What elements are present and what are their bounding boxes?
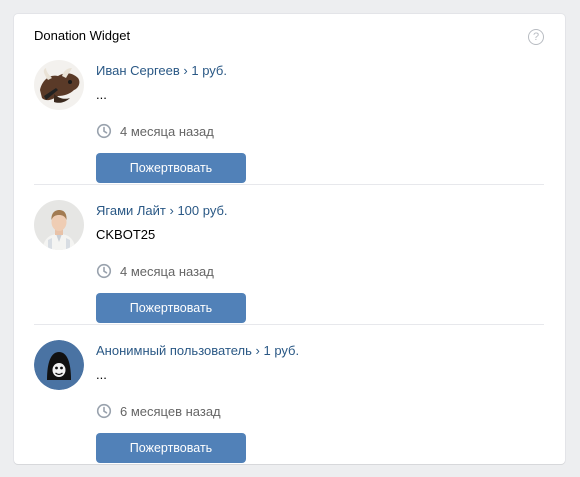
donor-separator: › — [165, 203, 178, 218]
donation-amount: 1 руб. — [263, 343, 300, 358]
person-photo-avatar-icon — [34, 200, 84, 250]
donate-button[interactable]: Пожертвовать — [96, 293, 246, 323]
donate-button[interactable]: Пожертвовать — [96, 433, 246, 463]
clock-icon — [96, 263, 112, 279]
donation-message: CKBOT25 — [96, 227, 156, 242]
donation-message: ... — [96, 87, 107, 102]
donation-entry: Анонимный пользователь › 1 руб. ... 6 ме… — [34, 324, 544, 464]
donation-amount: 100 руб. — [177, 203, 228, 218]
anonymous-avatar-icon — [34, 340, 84, 390]
donor-line: Иван Сергеев › 1 руб. — [96, 63, 227, 78]
donor-separator: › — [179, 63, 192, 78]
donation-widget-card: Donation Widget ? Иван Сергеев › 1 руб. … — [14, 14, 565, 464]
widget-title: Donation Widget — [34, 28, 131, 43]
donation-message: ... — [96, 367, 107, 382]
donor-separator: › — [251, 343, 264, 358]
donation-amount: 1 руб. — [191, 63, 227, 78]
clock-icon — [96, 403, 112, 419]
help-icon[interactable]: ? — [528, 29, 544, 45]
donation-entry: Ягами Лайт › 100 руб. CKBOT25 4 месяца н… — [34, 184, 544, 324]
donation-time: 6 месяцев назад — [120, 404, 221, 419]
bull-avatar-icon — [34, 60, 84, 110]
donor-name-link[interactable]: Анонимный пользователь — [96, 343, 252, 358]
donation-entry: Иван Сергеев › 1 руб. ... 4 месяца назад… — [34, 44, 544, 184]
avatar[interactable] — [34, 340, 84, 390]
donate-button[interactable]: Пожертвовать — [96, 153, 246, 183]
donation-time: 4 месяца назад — [120, 264, 214, 279]
clock-icon — [96, 123, 112, 139]
donor-line: Ягами Лайт › 100 руб. — [96, 203, 228, 218]
donor-name-link[interactable]: Ягами Лайт — [96, 203, 166, 218]
avatar[interactable] — [34, 200, 84, 250]
donor-line: Анонимный пользователь › 1 руб. — [96, 343, 299, 358]
donation-time: 4 месяца назад — [120, 124, 214, 139]
avatar[interactable] — [34, 60, 84, 110]
donor-name-link[interactable]: Иван Сергеев — [96, 63, 180, 78]
